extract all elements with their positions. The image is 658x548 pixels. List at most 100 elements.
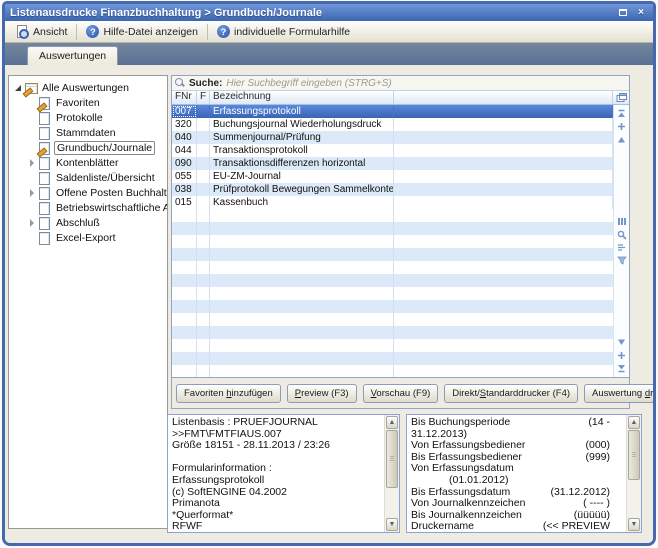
cell-extra [394,196,613,209]
tree-item[interactable]: Betriebswirtschaftliche Auswertungen [9,200,167,215]
hilfe-datei-button[interactable]: ? Hilfe-Datei anzeigen [80,23,204,40]
tree-item-icon [38,112,51,124]
close-button[interactable]: × [634,7,648,19]
tree-expander-icon[interactable] [27,97,38,108]
scroll-to-top-button[interactable] [616,108,627,119]
tree-expander-icon[interactable] [27,127,38,138]
cell-fnr: 044 [172,144,197,157]
cell-bezeichnung: Prüfprotokoll Bewegungen Sammelkonten [210,183,394,196]
content-area: Alle Auswertungen Favoriten Protokolle [5,65,653,543]
tree-expander-icon[interactable] [27,142,38,153]
ansicht-label: Ansicht [33,26,67,38]
tree-item[interactable]: Offene Posten Buchhaltung [9,185,167,200]
cell-fnr: 038 [172,183,197,196]
tree-expander-icon[interactable] [27,187,38,198]
tree-item[interactable]: Kontenblätter [9,155,167,170]
add-record-button[interactable] [616,121,627,132]
tree-item[interactable]: Saldenliste/Übersicht [9,170,167,185]
tree-item-icon [38,217,51,229]
table-header: FNr F Bezeichnung [172,91,629,105]
preview-page-icon [15,25,29,39]
columns-icon[interactable] [616,216,627,227]
cell-f [197,144,210,157]
search-input[interactable] [226,78,626,89]
cell-f [197,118,210,131]
cell-extra [394,118,613,131]
tree-item[interactable]: Alle Auswertungen [9,80,167,95]
table-row[interactable]: 320 Buchungsjournal Wiederholungsdruck [172,118,613,131]
tree-expander-icon[interactable] [27,217,38,228]
tree-expander-icon[interactable] [13,82,24,93]
tree-item-icon [38,157,51,169]
tree-item[interactable]: Abschluß [9,215,167,230]
tree-expander-icon[interactable] [27,202,38,213]
app-window: Listenausdrucke Finanzbuchhaltung > Grun… [2,1,656,546]
auswertungen-tree: Alle Auswertungen Favoriten Protokolle [8,75,168,529]
tree-expander-icon[interactable] [27,232,38,243]
info-right-scrollbar[interactable]: ▲ ▼ [626,415,641,532]
cell-fnr: 040 [172,131,197,144]
list-info-text: Listenbasis : PRUEFJOURNAL>>FMT\FMTFIAUS… [168,415,384,532]
info-value: (<< PREVIEW [543,521,622,532]
table-row[interactable]: 055 EU-ZM-Journal [172,170,613,183]
action-button[interactable]: Auswertung drucken [584,384,656,403]
selection-info-text: Bis Buchungsperiode (14 - 31.12.2013) Vo… [407,415,626,532]
column-header-bezeichnung[interactable]: Bezeichnung [210,91,394,105]
info-line: Primanota [172,498,220,510]
add-record-button[interactable] [616,350,627,361]
search-icon [175,78,185,88]
info-label: Von Journalkennzeichen [411,498,525,510]
info-line: RFWF [172,521,202,532]
action-button[interactable]: Favoriten hinzufügen [176,384,281,403]
scrollbar-thumb[interactable] [628,430,640,480]
table-row[interactable]: 040 Summenjournal/Prüfung [172,131,613,144]
cell-bezeichnung: Buchungsjournal Wiederholungsdruck [210,118,394,131]
info-left-scrollbar[interactable]: ▲ ▼ [384,415,399,532]
scroll-down-icon[interactable]: ▼ [386,518,398,531]
action-buttons: Favoriten hinzufügen Preview (F3) Vorsch… [172,377,629,408]
tree-item-label: Alle Auswertungen [40,82,131,94]
scroll-up-icon[interactable]: ▲ [386,416,398,429]
tree-expander-icon[interactable] [27,172,38,183]
scroll-up-button[interactable] [616,134,627,145]
tab-auswertungen[interactable]: Auswertungen [27,46,118,65]
scroll-down-button[interactable] [616,337,627,348]
close-icon: × [638,7,644,18]
help-icon: ? [86,25,99,38]
tree-item[interactable]: Grundbuch/Journale [9,140,167,155]
formularhilfe-button[interactable]: ? individuelle Formularhilfe [211,23,356,40]
cell-extra [394,157,613,170]
cell-f [197,183,210,196]
filter-icon[interactable] [616,255,627,266]
action-button[interactable]: Vorschau (F9) [363,384,439,403]
restore-button[interactable] [616,7,630,19]
table-row[interactable]: 038 Prüfprotokoll Bewegungen Sammelkonte… [172,183,613,196]
cell-fnr: 090 [172,157,197,170]
toolbar-separator [76,24,77,40]
table-row[interactable]: 015 Kassenbuch [172,196,613,209]
tree-item[interactable]: Protokolle [9,110,167,125]
action-button[interactable]: Preview (F3) [287,384,357,403]
scrollbar-thumb[interactable] [386,430,398,488]
table-row[interactable]: 090 Transaktionsdifferenzen horizontal [172,157,613,170]
search-list-icon[interactable] [616,229,627,240]
sort-icon[interactable] [616,242,627,253]
column-header-fnr[interactable]: FNr [172,91,197,105]
action-button[interactable]: Direkt/Standarddrucker (F4) [444,384,578,403]
scroll-down-icon[interactable]: ▼ [628,518,640,531]
cell-fnr: 320 [172,118,197,131]
ansicht-button[interactable]: Ansicht [9,23,73,41]
tree-item[interactable]: Favoriten [9,95,167,110]
column-chooser-button[interactable] [613,91,629,105]
tree-item[interactable]: Excel-Export [9,230,167,245]
tree-expander-icon[interactable] [27,157,38,168]
table-row[interactable]: 044 Transaktionsprotokoll [172,144,613,157]
column-header-f[interactable]: F [197,91,210,105]
scroll-to-bottom-button[interactable] [616,363,627,374]
column-header-extra[interactable] [394,91,613,105]
scroll-up-icon[interactable]: ▲ [628,416,640,429]
tree-item-label: Kontenblätter [54,157,120,169]
tree-expander-icon[interactable] [27,112,38,123]
tree-item[interactable]: Stammdaten [9,125,167,140]
table-row[interactable]: 007 Erfassungsprotokoll [172,105,613,118]
